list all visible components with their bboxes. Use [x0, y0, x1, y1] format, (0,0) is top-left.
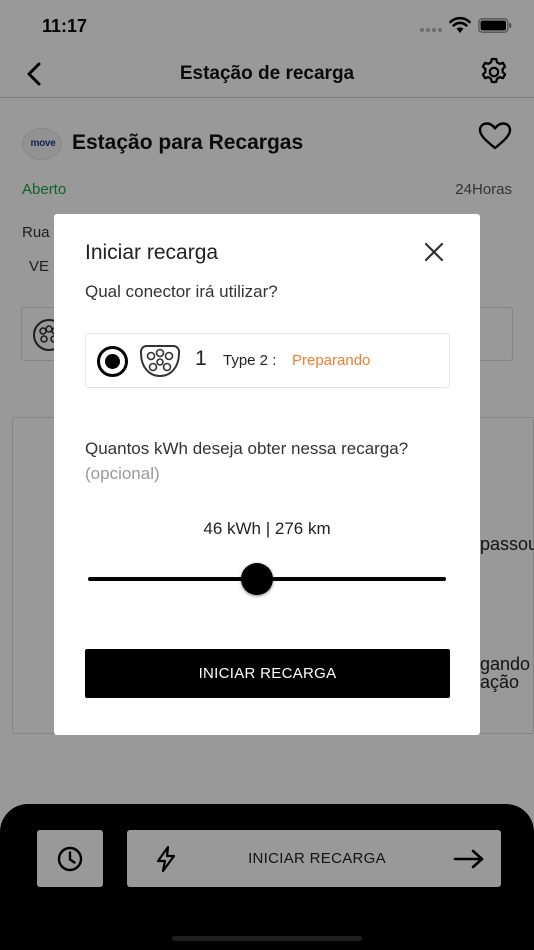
slider-readout: 46 kWh | 276 km [203, 519, 331, 538]
confirm-start-charging-button[interactable]: INICIAR RECARGA [85, 649, 450, 698]
connector-number: 1 [195, 347, 207, 370]
close-icon[interactable] [421, 239, 447, 265]
optional-label: (opcional) [85, 464, 160, 483]
connector-type: Type 2 : [223, 352, 277, 369]
start-charging-modal: Iniciar recarga Qual conector irá utiliz… [54, 214, 480, 735]
type2-plug-icon [139, 345, 181, 378]
radio-selected[interactable] [97, 346, 128, 377]
modal-title: Iniciar recarga [85, 241, 219, 264]
connector-status: Preparando [292, 352, 371, 369]
connector-option[interactable]: 1 Type 2 : Preparando [85, 333, 450, 388]
kwh-slider[interactable] [88, 563, 446, 595]
kwh-question: Quantos kWh deseja obter nessa recarga? … [85, 436, 425, 486]
connector-question: Qual conector irá utilizar? [85, 282, 278, 301]
kwh-question-text: Quantos kWh deseja obter nessa recarga? [85, 439, 409, 458]
slider-thumb[interactable] [241, 563, 273, 595]
